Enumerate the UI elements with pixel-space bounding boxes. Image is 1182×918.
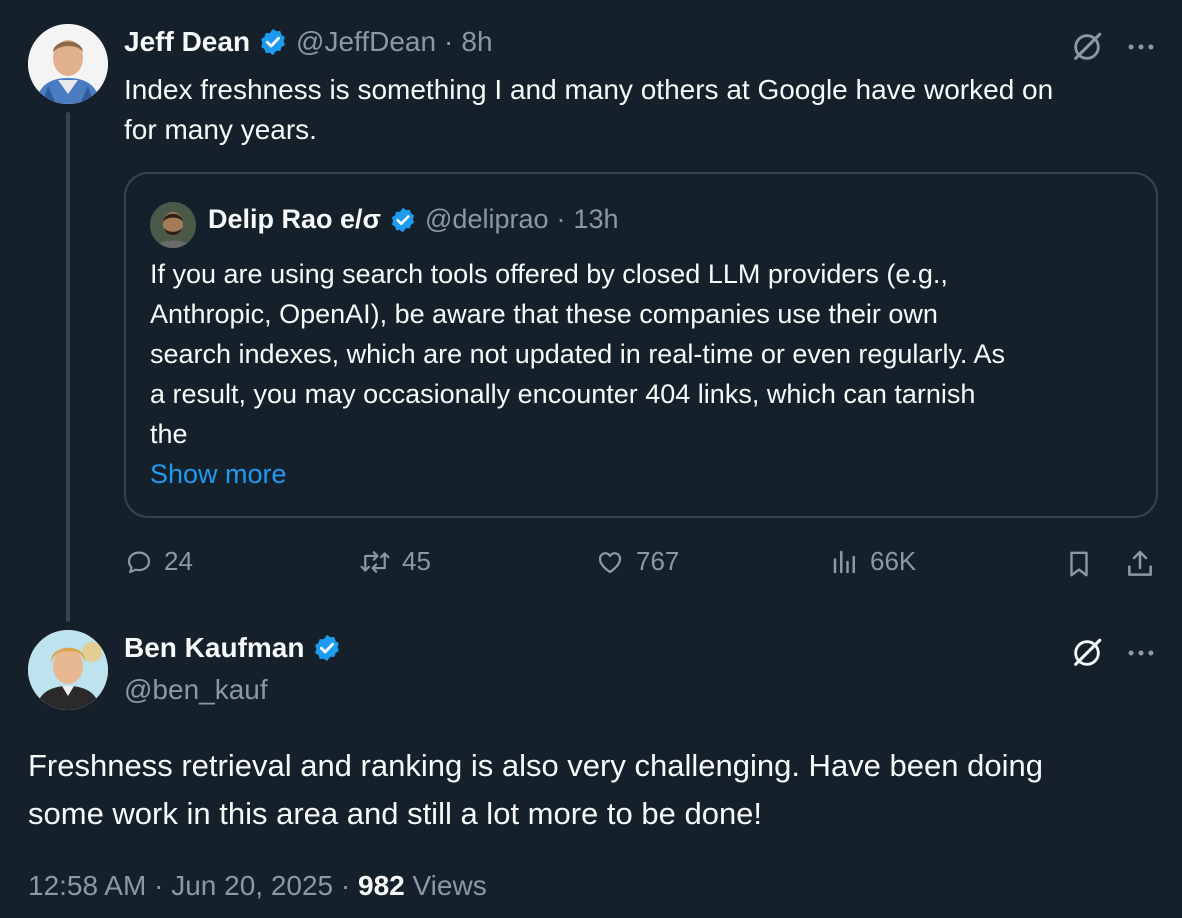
repost-count: 45 <box>402 546 431 576</box>
author-name[interactable]: Jeff Dean <box>124 26 250 58</box>
grok-icon[interactable] <box>1070 636 1104 670</box>
like-button[interactable]: 767 <box>594 546 679 577</box>
quote-author-handle: @deliprao <box>425 204 549 234</box>
author-handle[interactable]: @JeffDean <box>296 26 436 58</box>
more-icon[interactable] <box>1124 636 1158 670</box>
verified-badge-icon <box>315 634 340 662</box>
views-button[interactable]: 66K <box>830 546 916 577</box>
tweet2-text-line2: some work in this area and still a lot m… <box>28 796 763 831</box>
grok-icon[interactable] <box>1070 30 1104 64</box>
views-count: 66K <box>870 546 917 576</box>
footer-views-count: 982 <box>358 870 405 901</box>
more-icon[interactable] <box>1124 30 1158 64</box>
jeff-dean-avatar[interactable] <box>28 24 108 104</box>
tweet-time[interactable]: 8h <box>461 26 492 58</box>
like-icon <box>598 551 622 573</box>
quote-text-line: a result, you may occasionally encounter… <box>150 379 976 409</box>
quoted-tweet-card[interactable]: Delip Rao e/σ @deliprao · 13h If you are… <box>124 172 1158 518</box>
separator-dot: · <box>340 870 351 901</box>
thread-connector-line <box>66 112 70 622</box>
tweet2-text-line1: Freshness retrieval and ranking is also … <box>28 748 1043 783</box>
views-icon <box>833 550 855 573</box>
footer-time[interactable]: 12:58 AM <box>28 870 146 901</box>
quote-text-line: the <box>150 419 188 449</box>
quote-text: If you are using search tools offered by… <box>150 254 1150 494</box>
separator-dot: · <box>556 204 566 234</box>
show-more-link[interactable]: Show more <box>150 454 1150 494</box>
quote-author-name: Delip Rao e/σ <box>208 204 382 234</box>
delip-rao-avatar <box>150 202 196 248</box>
verified-badge-icon <box>391 207 415 232</box>
tweet1-text: Index freshness is something I and many … <box>124 70 1164 150</box>
quote-header: Delip Rao e/σ @deliprao · 13h <box>208 204 619 235</box>
author-handle[interactable]: @ben_kauf <box>124 674 268 706</box>
reply-count: 24 <box>164 546 193 576</box>
bookmark-icon[interactable] <box>1064 548 1094 580</box>
footer-date[interactable]: Jun 20, 2025 <box>171 870 333 901</box>
tweet2-header: Ben Kaufman <box>124 632 342 664</box>
quote-text-line: Anthropic, OpenAI), be aware that these … <box>150 299 938 329</box>
tweet1-text-line2: for many years. <box>124 114 317 145</box>
tweet2-text: Freshness retrieval and ranking is also … <box>28 742 1168 838</box>
footer-views-label: Views <box>412 870 487 901</box>
quote-text-line: search indexes, which are not updated in… <box>150 339 1005 369</box>
reply-icon <box>127 551 151 573</box>
quote-time: 13h <box>573 204 619 234</box>
verified-badge-icon <box>261 28 285 56</box>
repost-icon <box>360 550 390 573</box>
tweet1-text-line1: Index freshness is something I and many … <box>124 74 1054 105</box>
share-icon[interactable] <box>1124 548 1156 580</box>
like-count: 767 <box>636 546 680 576</box>
quote-text-line: If you are using search tools offered by… <box>150 259 948 289</box>
repost-button[interactable]: 45 <box>358 546 431 577</box>
reply-button[interactable]: 24 <box>124 546 193 577</box>
separator-dot: · <box>154 870 164 901</box>
separator-dot: · <box>444 26 454 57</box>
tweet1-header: Jeff Dean @JeffDean · 8h <box>124 26 493 58</box>
ben-kaufman-avatar[interactable] <box>28 630 108 710</box>
author-name[interactable]: Ben Kaufman <box>124 632 304 664</box>
tweet-footer: 12:58 AM · Jun 20, 2025 · 982 Views <box>28 870 487 902</box>
